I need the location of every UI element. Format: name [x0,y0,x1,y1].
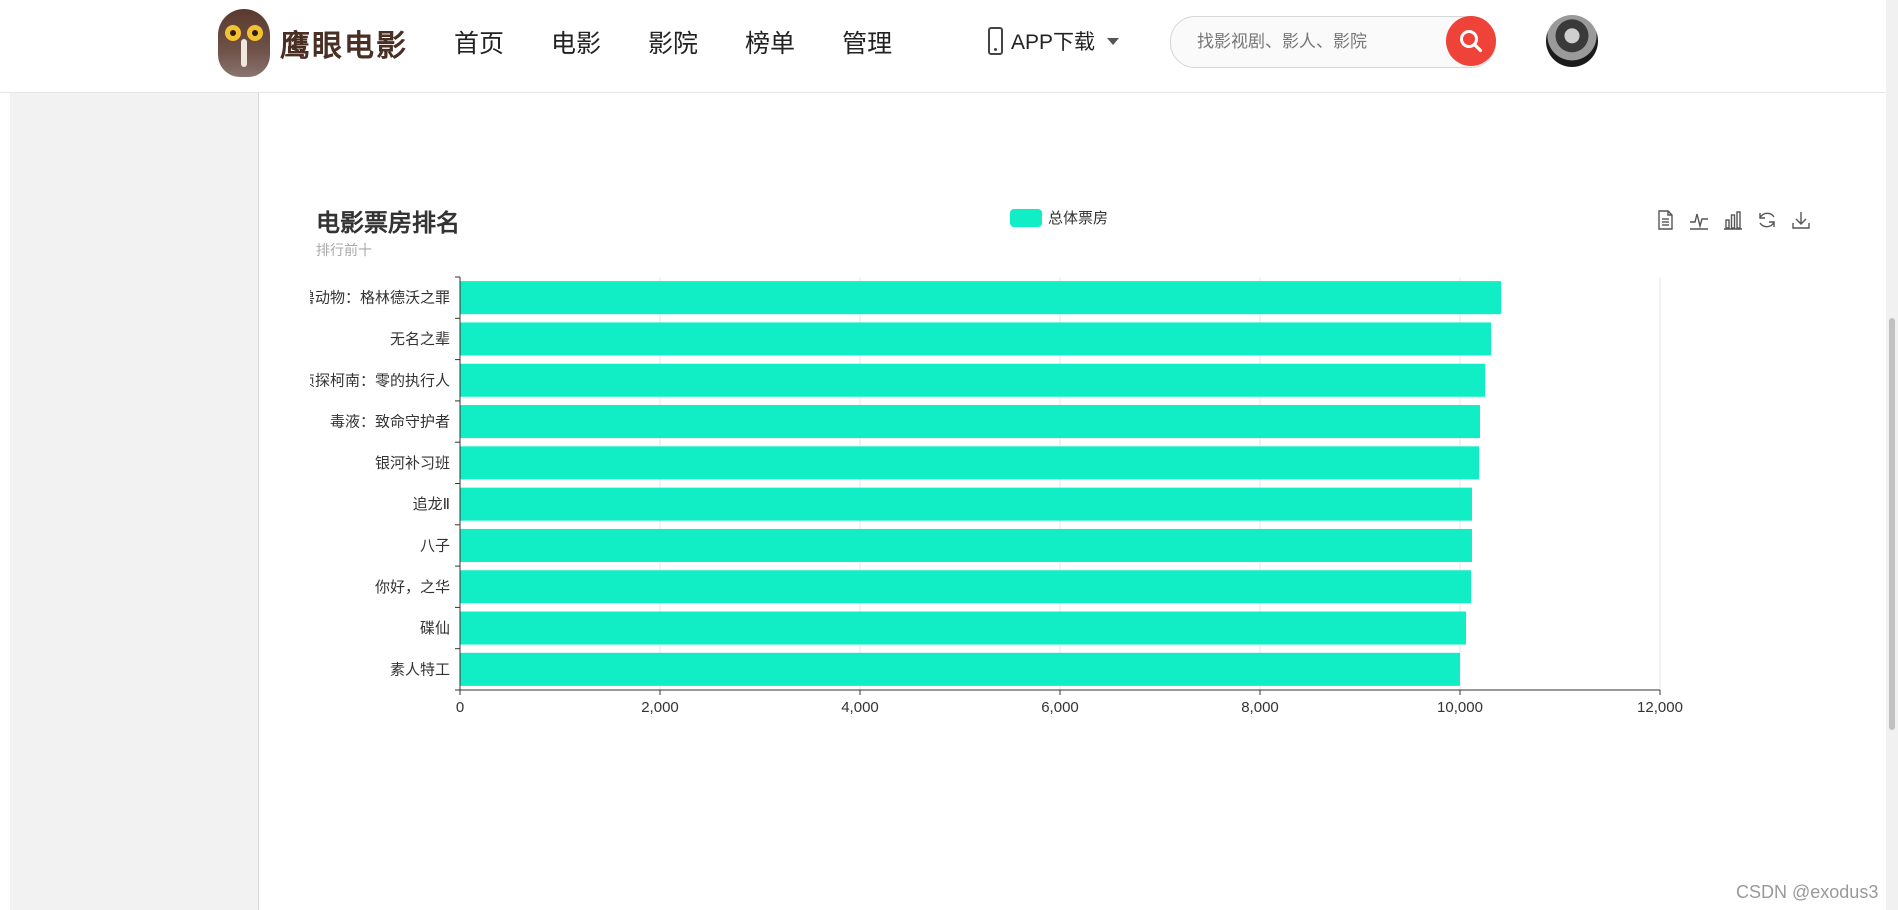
y-tick-label: 素人特工 [390,660,450,678]
main-nav: 首页 电影 影院 榜单 管理 [454,24,939,60]
x-tick-label: 10,000 [1437,699,1483,716]
caret-down-icon [1107,37,1120,45]
nav-movies[interactable]: 电影 [551,24,601,60]
bar [460,652,1460,686]
bar [460,611,1466,645]
phone-icon [988,27,1003,55]
logo-text: 鹰眼电影 [280,30,408,63]
y-tick-label: 无名之辈 [390,330,450,348]
watermark: CSDN @exodus3 [1736,882,1879,902]
x-tick-label: 0 [456,699,464,716]
y-tick-label: 追龙Ⅱ [413,495,450,513]
search-input[interactable] [1195,29,1419,55]
avatar[interactable] [1546,15,1598,67]
bar [460,405,1480,439]
x-tick-label: 4,000 [841,699,879,716]
top-navbar: 鹰眼电影 首页 电影 影院 榜单 管理 APP下载 [0,0,1886,93]
y-tick-label: 碟仙 [420,619,450,637]
nav-admin[interactable]: 管理 [842,24,892,60]
search-box [1170,16,1496,68]
bar [460,363,1485,397]
app-download-label: APP下载 [1011,31,1096,54]
nav-cinemas[interactable]: 影院 [648,24,698,60]
search-icon [1460,30,1483,53]
bar [460,528,1472,562]
logo[interactable]: 鹰眼电影 [218,8,408,78]
y-tick-label: 毒液：致命守护者 [330,413,450,431]
y-tick-label: 银河补习班 [375,454,450,472]
x-tick-label: 2,000 [641,699,679,716]
owl-logo-icon [218,9,270,77]
bar [460,446,1479,480]
bar [460,322,1491,356]
x-tick-label: 8,000 [1241,699,1279,716]
y-tick-label: 你好，之华 [375,578,450,596]
nav-home[interactable]: 首页 [454,24,504,60]
y-tick-label: 名侦探柯南：零的执行人 [285,371,450,389]
y-tick-label: 八子 [420,536,450,554]
x-tick-label: 12,000 [1637,699,1683,716]
search-button[interactable] [1446,16,1496,66]
bar [460,570,1471,604]
nav-rankings[interactable]: 榜单 [745,24,795,60]
bar-chart: 0 2,000 4,000 6,000 8,000 10,000 12,000 猛兽动物：格林… [285,276,1683,716]
y-tick-label: 猛兽动物：格林德沃之罪 [285,289,450,307]
app-download-dropdown[interactable]: APP下载 [988,26,1120,56]
bar [460,487,1472,521]
bar [460,281,1501,315]
x-tick-label: 6,000 [1041,699,1079,716]
